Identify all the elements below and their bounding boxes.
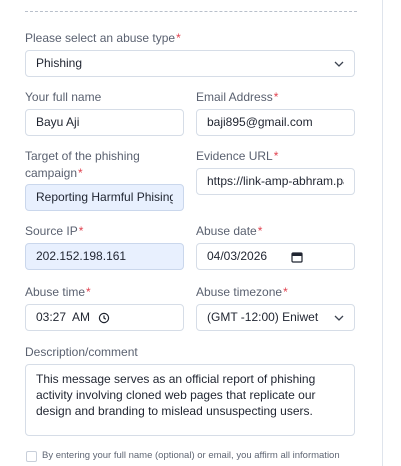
- abuse-timezone-label: Abuse timezone*: [196, 284, 288, 301]
- chevron-down-icon: [334, 313, 344, 323]
- abuse-type-value: Phishing: [36, 56, 83, 70]
- target-value: Reporting Harmful Phising L: [36, 190, 173, 204]
- email-label: Email Address*: [196, 89, 278, 106]
- required-mark: *: [78, 166, 83, 180]
- evidence-url-input[interactable]: https://link-amp-abhram.pa: [196, 168, 355, 195]
- evidence-url-value: https://link-amp-abhram.pa: [207, 174, 344, 188]
- required-mark: *: [283, 285, 288, 299]
- abuse-timezone-label-text: Abuse timezone: [196, 285, 283, 299]
- abuse-date-label: Abuse date*: [196, 223, 262, 240]
- description-label: Description/comment: [25, 344, 138, 361]
- source-ip-input[interactable]: 202.152.198.161: [25, 243, 184, 270]
- description-label-text: Description/comment: [25, 345, 138, 359]
- abuse-timezone-value: (GMT -12:00) Eniwet: [207, 310, 319, 324]
- abuse-date-label-text: Abuse date: [196, 224, 257, 238]
- source-ip-label: Source IP*: [25, 223, 83, 240]
- email-label-text: Email Address: [196, 90, 273, 104]
- evidence-url-label: Evidence URL*: [196, 148, 278, 165]
- abuse-time-label-text: Abuse time: [25, 285, 86, 299]
- abuse-timezone-select[interactable]: (GMT -12:00) Eniwet: [196, 304, 355, 331]
- required-mark: *: [273, 149, 279, 163]
- evidence-url-label-text: Evidence URL: [196, 149, 273, 163]
- abuse-time-label: Abuse time*: [25, 284, 91, 301]
- abuse-type-label: Please select an abuse type*: [25, 30, 181, 47]
- consent-text: By entering your full name (optional) or…: [42, 449, 362, 462]
- abuse-date-value: 04/03/2026: [207, 249, 268, 263]
- email-value: baji895@gmail.com: [207, 115, 313, 129]
- required-mark: *: [78, 224, 84, 238]
- abuse-report-form: Please select an abuse type* Phishing Yo…: [0, 0, 401, 466]
- description-value: This message serves as an official repor…: [36, 372, 316, 418]
- target-input[interactable]: Reporting Harmful Phising L: [25, 184, 184, 211]
- abuse-type-select[interactable]: Phishing: [25, 50, 355, 77]
- required-mark: *: [176, 31, 181, 45]
- description-textarea[interactable]: This message serves as an official repor…: [25, 364, 355, 436]
- consent-text-value: By entering your full name (optional) or…: [42, 450, 340, 461]
- consent-checkbox[interactable]: [26, 451, 37, 462]
- abuse-time-input[interactable]: 03:27 AM: [25, 304, 184, 331]
- source-ip-label-text: Source IP: [25, 224, 78, 238]
- panel-border: [382, 0, 383, 466]
- clock-icon[interactable]: [97, 311, 111, 325]
- calendar-icon[interactable]: [290, 250, 304, 264]
- abuse-date-input[interactable]: 04/03/2026: [196, 243, 355, 270]
- full-name-label-text: Your full name: [25, 90, 102, 104]
- chevron-down-icon: [334, 59, 344, 69]
- email-input[interactable]: baji895@gmail.com: [196, 109, 355, 136]
- required-mark: *: [257, 224, 263, 238]
- target-label: Target of the phishing campaign*: [25, 148, 175, 182]
- abuse-type-label-text: Please select an abuse type: [25, 31, 176, 45]
- section-divider: [25, 11, 357, 12]
- required-mark: *: [273, 90, 279, 104]
- full-name-input[interactable]: Bayu Aji: [25, 109, 184, 136]
- full-name-value: Bayu Aji: [36, 115, 80, 129]
- full-name-label: Your full name: [25, 89, 101, 106]
- required-mark: *: [86, 285, 91, 299]
- source-ip-value: 202.152.198.161: [36, 249, 127, 263]
